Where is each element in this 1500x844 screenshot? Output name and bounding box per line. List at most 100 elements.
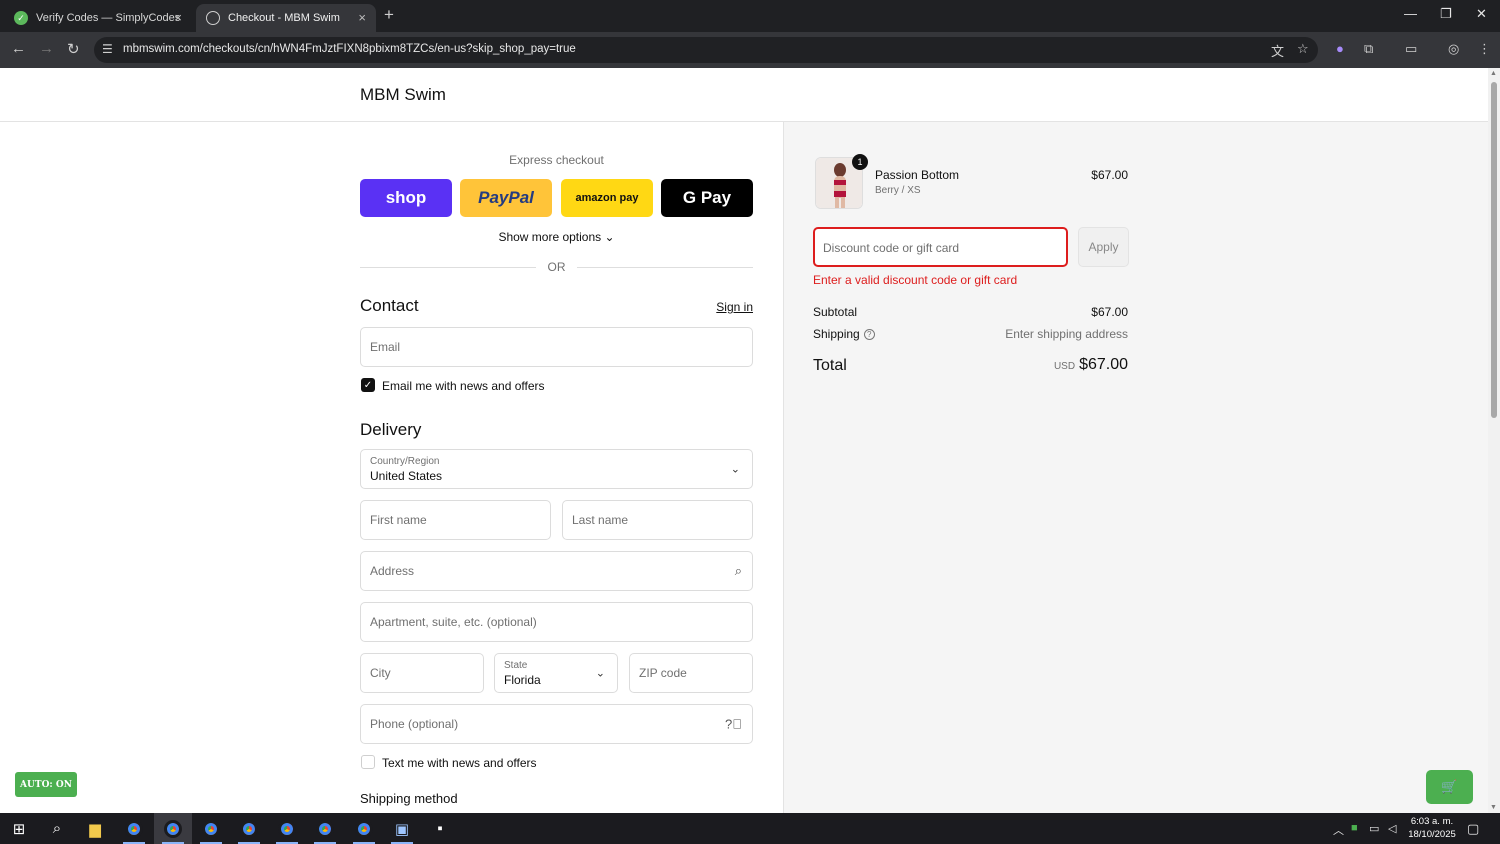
page-scrollbar[interactable]: ▲ ▼ — [1488, 68, 1500, 813]
quantity-badge: 1 — [852, 154, 868, 170]
chrome-icon[interactable] — [115, 813, 153, 844]
network-icon[interactable]: ▭ — [1369, 822, 1379, 835]
shipping-row: Shipping? — [813, 327, 875, 341]
express-checkout-label: Express checkout — [509, 153, 604, 167]
tab-title: Verify Codes — SimplyCodes — [36, 12, 181, 24]
chevron-up-icon[interactable]: ︿ — [1333, 822, 1344, 838]
first-name-placeholder: First name — [370, 513, 427, 527]
apply-discount-button[interactable]: Apply — [1078, 227, 1129, 267]
order-summary-panel — [783, 122, 1488, 813]
zip-placeholder: ZIP code — [639, 666, 687, 680]
scroll-up-icon[interactable]: ▲ — [1490, 70, 1497, 77]
chrome-icon[interactable] — [268, 813, 306, 844]
close-tab-icon[interactable]: × — [174, 10, 182, 25]
auto-toggle-button[interactable]: AUTO: ON — [15, 772, 77, 797]
file-explorer-icon[interactable]: ▆ — [76, 813, 114, 844]
reload-icon[interactable]: ↻ — [67, 40, 80, 58]
total-currency: USD — [1053, 361, 1076, 372]
sign-in-link[interactable]: Sign in — [700, 300, 753, 314]
windows-start-icon[interactable]: ⊞ — [0, 813, 38, 844]
help-circle-icon[interactable]: ?⃝ — [725, 717, 742, 732]
checkout-header: MBM Swim — [0, 68, 1488, 122]
back-icon[interactable]: ← — [11, 40, 26, 57]
email-field[interactable]: Email — [360, 327, 753, 367]
subtotal-value: $67.00 — [1091, 305, 1128, 319]
close-window-icon[interactable]: ✕ — [1476, 6, 1487, 22]
notifications-icon[interactable]: ▢ — [1467, 821, 1479, 837]
menu-kebab-icon[interactable]: ⋮ — [1478, 41, 1491, 57]
translate-icon[interactable]: 文 — [1271, 41, 1284, 60]
app-icon[interactable]: ▣ — [383, 813, 421, 844]
amazon-pay-button[interactable]: amazon pay — [561, 179, 653, 217]
country-select[interactable]: Country/Region United States ⌄ — [360, 449, 753, 489]
simplycodes-favicon-icon: ✓ — [14, 11, 28, 25]
discount-placeholder: Discount code or gift card — [823, 241, 960, 255]
browser-tab-bar: ✓ Verify Codes — SimplyCodes × Checkout … — [0, 0, 1500, 32]
show-more-options-button[interactable]: Show more options ⌄ — [360, 230, 753, 244]
address-placeholder: Address — [370, 564, 415, 578]
volume-icon[interactable]: ◁ — [1388, 822, 1396, 835]
zip-field[interactable]: ZIP code — [629, 653, 753, 693]
phone-placeholder: Phone (optional) — [370, 717, 459, 731]
scroll-down-icon[interactable]: ▼ — [1490, 804, 1497, 811]
address-bar[interactable]: ☰ mbmswim.com/checkouts/cn/hWN4FmJztFIXN… — [94, 37, 1318, 63]
site-info-icon[interactable]: ☰ — [102, 42, 113, 56]
minimize-icon[interactable]: — — [1404, 6, 1417, 21]
shipping-method-heading: Shipping method — [360, 791, 458, 806]
url-text[interactable]: mbmswim.com/checkouts/cn/hWN4FmJztFIXN8p… — [123, 43, 576, 55]
tray-app-icon[interactable]: ■ — [1351, 822, 1358, 834]
profile-icon[interactable]: ◎ — [1448, 41, 1459, 57]
cart-icon[interactable]: 🛒 — [1426, 770, 1473, 804]
side-panel-icon[interactable]: ▭ — [1405, 41, 1417, 57]
phone-field[interactable]: Phone (optional) ?⃝ — [360, 704, 753, 744]
product-name: Passion Bottom — [875, 168, 960, 182]
subtotal-label: Subtotal — [813, 305, 858, 319]
tab-verify-codes[interactable]: ✓ Verify Codes — SimplyCodes × — [4, 4, 192, 32]
scrollbar-thumb[interactable] — [1491, 82, 1497, 418]
clock-date: 18/10/2025 — [1408, 829, 1456, 840]
terminal-icon[interactable]: ▪ — [421, 813, 459, 844]
extensions-puzzle-icon[interactable]: ⧉ — [1364, 41, 1373, 57]
google-pay-button[interactable]: G Pay — [661, 179, 753, 217]
search-icon[interactable]: ⌕ — [38, 813, 76, 844]
chrome-icon[interactable] — [306, 813, 344, 844]
shop-pay-button[interactable]: shop — [360, 179, 452, 217]
contact-heading: Contact — [360, 296, 419, 315]
help-circle-icon[interactable]: ? — [863, 329, 875, 341]
close-tab-icon[interactable]: × — [358, 10, 366, 25]
text-news-checkbox[interactable] — [361, 755, 375, 769]
system-clock[interactable]: 6:03 a. m. 18/10/2025 — [1404, 815, 1460, 841]
address-field[interactable]: Address ⌕ — [360, 551, 753, 591]
chrome-icon[interactable] — [230, 813, 268, 844]
tab-checkout[interactable]: Checkout - MBM Swim × — [196, 4, 376, 32]
store-name[interactable]: MBM Swim — [360, 85, 446, 105]
tab-title: Checkout - MBM Swim — [228, 12, 340, 24]
chrome-icon[interactable] — [192, 813, 230, 844]
chrome-icon[interactable] — [154, 813, 192, 844]
or-divider: OR — [360, 260, 753, 274]
globe-icon — [206, 11, 220, 25]
text-news-checkbox-label[interactable]: Text me with news and offers — [382, 756, 537, 770]
new-tab-button[interactable]: + — [384, 5, 394, 25]
extension-icon[interactable]: ● — [1336, 41, 1344, 56]
discount-code-input[interactable]: Discount code or gift card — [813, 227, 1068, 267]
news-checkbox-label[interactable]: Email me with news and offers — [382, 379, 545, 393]
state-label: State — [504, 660, 528, 671]
state-select[interactable]: State Florida ⌄ — [494, 653, 618, 693]
country-value: United States — [370, 469, 443, 483]
country-label: Country/Region — [370, 456, 440, 467]
restore-icon[interactable]: ❐ — [1440, 6, 1452, 22]
apartment-field[interactable]: Apartment, suite, etc. (optional) — [360, 602, 753, 642]
shipping-value: Enter shipping address — [1005, 327, 1128, 341]
last-name-field[interactable]: Last name — [562, 500, 753, 540]
chevron-down-icon: ⌄ — [730, 463, 740, 476]
search-icon[interactable]: ⌕ — [735, 563, 742, 579]
city-field[interactable]: City — [360, 653, 484, 693]
bookmark-star-icon[interactable]: ☆ — [1297, 41, 1309, 57]
first-name-field[interactable]: First name — [360, 500, 551, 540]
paypal-button[interactable]: PayPal — [460, 179, 552, 217]
windows-taskbar: ⊞ ⌕ ▆ ▣ ▪ ︿ ■ ▭ ◁ 6:03 a. m. 18/10/2025 … — [0, 813, 1500, 844]
news-checkbox[interactable]: ✓ — [361, 378, 375, 392]
forward-icon[interactable]: → — [39, 40, 54, 57]
chrome-icon[interactable] — [345, 813, 383, 844]
